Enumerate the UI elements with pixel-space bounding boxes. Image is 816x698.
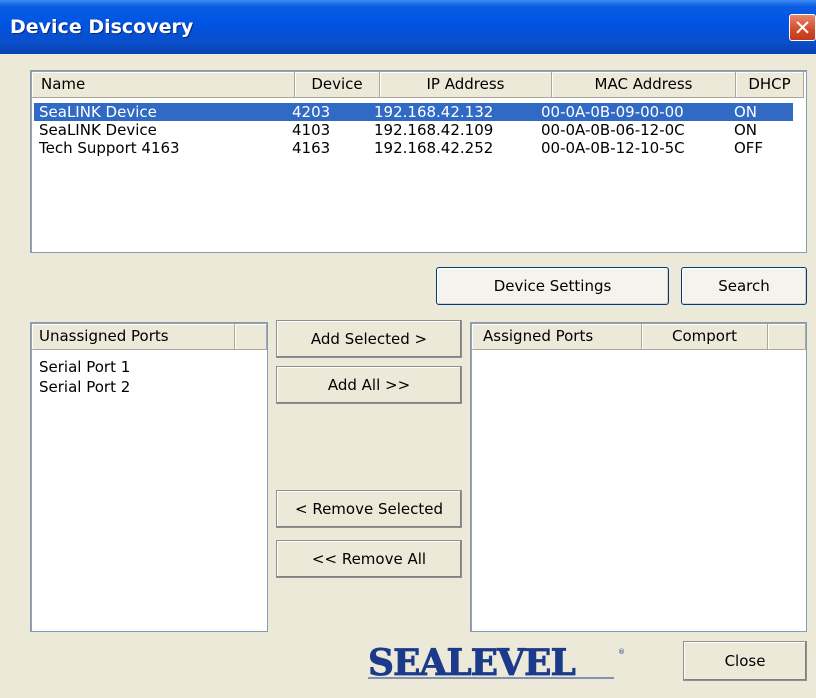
- column-header-mac-address[interactable]: MAC Address: [552, 72, 736, 98]
- column-header-device[interactable]: Device: [295, 72, 380, 98]
- column-header-label: Comport: [671, 327, 737, 345]
- column-header-assigned-ports[interactable]: Assigned Ports: [472, 324, 642, 350]
- column-header-ip-address[interactable]: IP Address: [380, 72, 552, 98]
- mac-address-cell: 00-0A-0B-09-00-00: [541, 103, 684, 121]
- dhcp-cell: OFF: [734, 139, 764, 157]
- add-selected-label: Add Selected >: [310, 330, 428, 348]
- add-all-button[interactable]: Add All >>: [276, 366, 462, 404]
- search-label: Search: [718, 277, 770, 295]
- ip-address-cell: 192.168.42.252: [374, 139, 494, 157]
- list-item[interactable]: Serial Port 2: [39, 378, 130, 396]
- device-name-cell: SeaLINK Device: [39, 121, 157, 139]
- column-header-dhcp[interactable]: DHCP: [736, 72, 804, 98]
- column-header-empty[interactable]: [235, 324, 267, 350]
- table-row[interactable]: Tech Support 4163 4163 192.168.42.252 00…: [34, 139, 793, 157]
- column-header-unassigned-ports[interactable]: Unassigned Ports: [32, 324, 235, 350]
- device-discovery-window: Device Discovery ✕ Name Device IP Addres…: [0, 0, 816, 698]
- device-settings-label: Device Settings: [493, 277, 612, 295]
- sealevel-logo: SEALEVEL ®: [366, 642, 666, 685]
- device-number-cell: 4163: [292, 139, 331, 157]
- unassigned-ports-list[interactable]: Unassigned Ports Serial Port 1 Serial Po…: [30, 322, 268, 632]
- column-header-label: Assigned Ports: [483, 327, 594, 345]
- mac-address-cell: 00-0A-0B-06-12-0C: [541, 121, 685, 139]
- column-header-comport[interactable]: Comport: [642, 324, 768, 350]
- device-name-cell: SeaLINK Device: [39, 103, 157, 121]
- column-header-empty[interactable]: [768, 324, 806, 350]
- column-header-label: IP Address: [426, 75, 505, 93]
- column-header-label: Device: [311, 75, 363, 93]
- column-header-label: Name: [41, 75, 86, 93]
- window-title: Device Discovery: [10, 16, 194, 38]
- device-number-cell: 4103: [292, 121, 331, 139]
- close-icon: ✕: [793, 16, 812, 40]
- column-header-label: Unassigned Ports: [39, 327, 169, 345]
- search-button[interactable]: Search: [681, 267, 807, 305]
- title-bar[interactable]: Device Discovery ✕: [0, 0, 816, 54]
- add-all-label: Add All >>: [327, 376, 411, 394]
- dhcp-cell: ON: [734, 121, 758, 139]
- remove-all-button[interactable]: << Remove All: [276, 540, 462, 578]
- svg-text:SEALEVEL: SEALEVEL: [368, 642, 575, 680]
- table-row[interactable]: SeaLINK Device 4103 192.168.42.109 00-0A…: [34, 121, 793, 139]
- device-number-cell: 4203: [292, 103, 331, 121]
- close-label: Close: [724, 652, 766, 670]
- mac-address-cell: 00-0A-0B-12-10-5C: [541, 139, 685, 157]
- column-header-label: DHCP: [748, 75, 791, 93]
- device-settings-button[interactable]: Device Settings: [436, 267, 669, 305]
- list-item[interactable]: Serial Port 1: [39, 358, 130, 376]
- close-button[interactable]: Close: [683, 641, 807, 681]
- ip-address-cell: 192.168.42.132: [374, 103, 494, 121]
- device-name-cell: Tech Support 4163: [39, 139, 180, 157]
- device-list[interactable]: Name Device IP Address MAC Address DHCP …: [30, 70, 807, 253]
- remove-all-label: << Remove All: [311, 550, 427, 568]
- table-row[interactable]: SeaLINK Device 4203 192.168.42.132 00-0A…: [34, 103, 793, 121]
- assigned-ports-list[interactable]: Assigned Ports Comport: [470, 322, 807, 632]
- close-window-button[interactable]: ✕: [789, 14, 816, 41]
- add-selected-button[interactable]: Add Selected >: [276, 320, 462, 358]
- svg-text:®: ®: [618, 648, 625, 656]
- column-header-label: MAC Address: [594, 75, 693, 93]
- dhcp-cell: ON: [734, 103, 758, 121]
- remove-selected-label: < Remove Selected: [294, 500, 443, 518]
- remove-selected-button[interactable]: < Remove Selected: [276, 490, 462, 528]
- ip-address-cell: 192.168.42.109: [374, 121, 494, 139]
- column-header-name[interactable]: Name: [32, 72, 295, 98]
